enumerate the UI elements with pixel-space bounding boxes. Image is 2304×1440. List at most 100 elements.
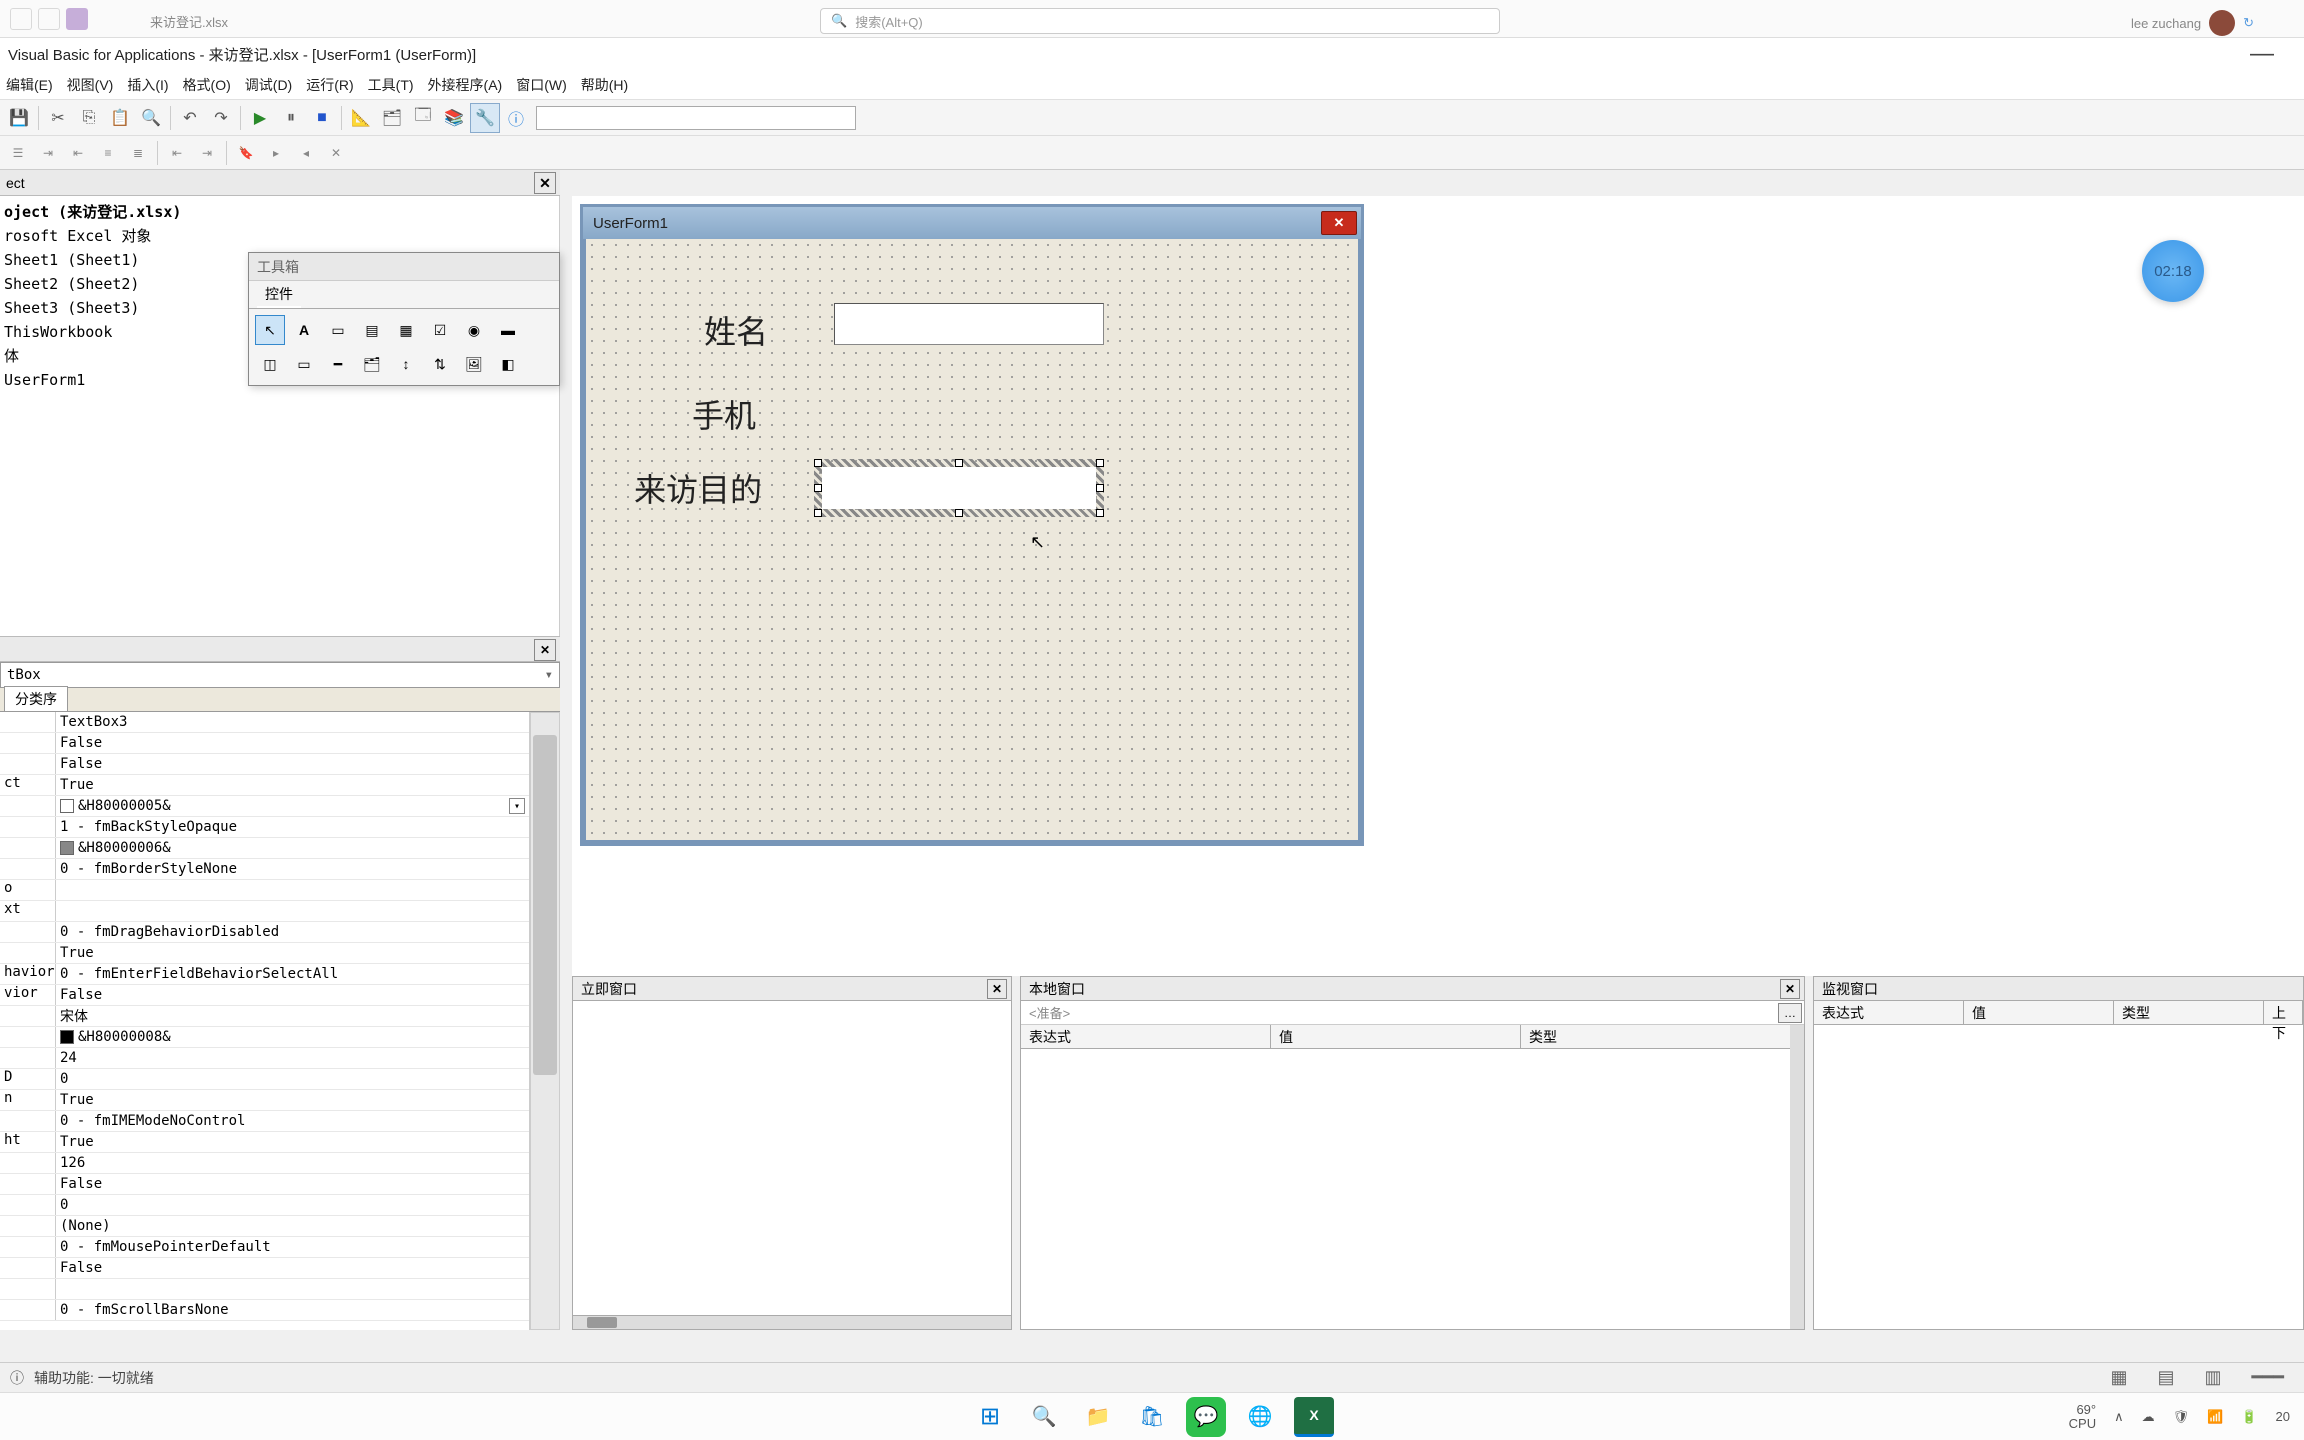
close-project-button[interactable]: ✕	[534, 172, 556, 194]
save-icon[interactable]: 💾	[4, 103, 34, 133]
resize-handle-s[interactable]	[955, 509, 963, 517]
menu-addins[interactable]: 外接程序(A)	[428, 75, 503, 95]
textbox-name[interactable]	[834, 303, 1104, 345]
property-row[interactable]: TextBox3	[0, 712, 529, 733]
design-mode-icon[interactable]: 📐	[346, 103, 376, 133]
view-normal-icon[interactable]: ▦	[2110, 1367, 2127, 1388]
frame-tool-icon[interactable]: ◫	[255, 349, 285, 379]
locals-vscroll[interactable]	[1790, 1025, 1804, 1329]
combobox-tool-icon[interactable]: ▤	[357, 315, 387, 345]
property-row[interactable]: o	[0, 880, 529, 901]
tabstrip-tool-icon[interactable]: ━	[323, 349, 353, 379]
object-browser-icon[interactable]: 📚	[439, 103, 469, 133]
project-root[interactable]: oject (来访登记.xlsx)	[0, 200, 559, 224]
menu-format[interactable]: 格式(O)	[183, 75, 231, 95]
menu-insert[interactable]: 插入(I)	[127, 75, 168, 95]
property-row[interactable]: 1 - fmBackStyleOpaque	[0, 817, 529, 838]
immediate-window[interactable]: 立即窗口✕	[572, 976, 1012, 1330]
excel-objects-folder[interactable]: rosoft Excel 对象	[0, 224, 559, 248]
toolbox-toggle-icon[interactable]: 🔧	[470, 103, 500, 133]
watch-col-type[interactable]: 类型	[2114, 1001, 2264, 1024]
property-row[interactable]: True	[0, 943, 529, 964]
menu-edit[interactable]: 编辑(E)	[6, 75, 53, 95]
run-icon[interactable]: ▶	[245, 103, 275, 133]
wifi-icon[interactable]: 📶	[2207, 1409, 2223, 1425]
resize-handle-e[interactable]	[1096, 484, 1104, 492]
align-center-icon[interactable]: ≣	[124, 140, 152, 166]
textbox-purpose-selected[interactable]	[818, 463, 1100, 513]
paste-icon[interactable]: 📋	[105, 103, 135, 133]
align-left-icon[interactable]: ⇤	[64, 140, 92, 166]
property-row[interactable]: (None)	[0, 1216, 529, 1237]
find-icon[interactable]: 🔍	[136, 103, 166, 133]
user-account[interactable]: lee zuchang ↻	[2131, 10, 2254, 36]
property-row[interactable]: nTrue	[0, 1090, 529, 1111]
property-row[interactable]: &H80000005&▾	[0, 796, 529, 817]
property-row[interactable]: 24	[0, 1048, 529, 1069]
weather-widget[interactable]: 69° CPU	[2069, 1403, 2096, 1431]
scrollbar-tool-icon[interactable]: ↕	[391, 349, 421, 379]
properties-tab-categorized[interactable]: 分类序	[4, 686, 68, 711]
procedure-dropdown[interactable]	[536, 106, 856, 130]
view-break-icon[interactable]: ▥	[2204, 1367, 2221, 1388]
excel-taskbar-icon[interactable]: X	[1294, 1397, 1334, 1437]
property-row[interactable]: viorFalse	[0, 985, 529, 1006]
workbook-tab[interactable]: 来访登记.xlsx	[150, 12, 228, 31]
locals-context-button[interactable]: …	[1778, 1003, 1802, 1023]
watch-col-context[interactable]: 上下	[2264, 1001, 2303, 1024]
stop-icon[interactable]: ■	[307, 103, 337, 133]
tab-order-icon[interactable]: ⇥	[34, 140, 62, 166]
property-row[interactable]: htTrue	[0, 1132, 529, 1153]
property-row[interactable]: 0 - fmIMEModeNoControl	[0, 1111, 529, 1132]
label-name[interactable]: 姓名	[704, 307, 768, 353]
col-value[interactable]: 值	[1271, 1025, 1521, 1048]
immediate-body[interactable]	[573, 1001, 1011, 1315]
spinbutton-tool-icon[interactable]: ⇅	[425, 349, 455, 379]
property-row[interactable]: 0 - fmDragBehaviorDisabled	[0, 922, 529, 943]
start-button[interactable]: ⊞	[970, 1397, 1010, 1437]
security-icon[interactable]: 🛡	[2173, 1409, 2190, 1425]
properties-scrollbar[interactable]	[530, 712, 560, 1330]
label-purpose[interactable]: 来访目的	[634, 465, 762, 511]
clock-partial[interactable]: 20	[2276, 1409, 2290, 1424]
property-row[interactable]: 0	[0, 1195, 529, 1216]
prev-bookmark-icon[interactable]: ◂	[292, 140, 320, 166]
image-tool-icon[interactable]: 🖼	[459, 349, 489, 379]
property-row[interactable]: False	[0, 1258, 529, 1279]
timer-overlay[interactable]: 02:18	[2142, 240, 2204, 302]
copy-icon[interactable]: ⎘	[74, 103, 104, 133]
label-phone[interactable]: 手机	[692, 391, 756, 437]
list-props-icon[interactable]: ☰	[4, 140, 32, 166]
property-row[interactable]: False	[0, 1174, 529, 1195]
textbox-tool-icon[interactable]: ▭	[323, 315, 353, 345]
resize-handle-nw[interactable]	[814, 459, 822, 467]
property-row[interactable]: xt	[0, 901, 529, 922]
multipage-tool-icon[interactable]: 🗂	[357, 349, 387, 379]
menu-run[interactable]: 运行(R)	[306, 75, 353, 95]
userform-close-button[interactable]: ✕	[1321, 211, 1357, 235]
commandbutton-tool-icon[interactable]: ▭	[289, 349, 319, 379]
close-locals-button[interactable]: ✕	[1780, 979, 1800, 999]
property-row[interactable]	[0, 1279, 529, 1300]
property-row[interactable]: 0 - fmScrollBarsNone	[0, 1300, 529, 1321]
cut-icon[interactable]: ✂	[43, 103, 73, 133]
menu-view[interactable]: 视图(V)	[67, 75, 114, 95]
optionbutton-tool-icon[interactable]: ◉	[459, 315, 489, 345]
resize-handle-w[interactable]	[814, 484, 822, 492]
menu-help[interactable]: 帮助(H)	[581, 75, 628, 95]
property-row[interactable]: False	[0, 733, 529, 754]
project-explorer-icon[interactable]: 🗂	[377, 103, 407, 133]
properties-grid[interactable]: TextBox3FalseFalsectTrue&H80000005&▾1 - …	[0, 712, 530, 1330]
watch-col-value[interactable]: 值	[1964, 1001, 2114, 1024]
properties-object-selector[interactable]: tBox	[0, 662, 560, 688]
toolbox-title[interactable]: 工具箱	[249, 253, 559, 281]
clear-bookmarks-icon[interactable]: ✕	[322, 140, 350, 166]
file-explorer-icon[interactable]: 📁	[1078, 1397, 1118, 1437]
bookmark-icon[interactable]: 🔖	[232, 140, 260, 166]
store-icon[interactable]: 🛍	[1132, 1397, 1172, 1437]
chrome-icon[interactable]: 🌐	[1240, 1397, 1280, 1437]
redo-icon[interactable]: ↷	[206, 103, 236, 133]
userform-titlebar[interactable]: UserForm1 ✕	[583, 207, 1361, 239]
next-bookmark-icon[interactable]: ▸	[262, 140, 290, 166]
view-page-icon[interactable]: ▤	[2157, 1367, 2174, 1388]
